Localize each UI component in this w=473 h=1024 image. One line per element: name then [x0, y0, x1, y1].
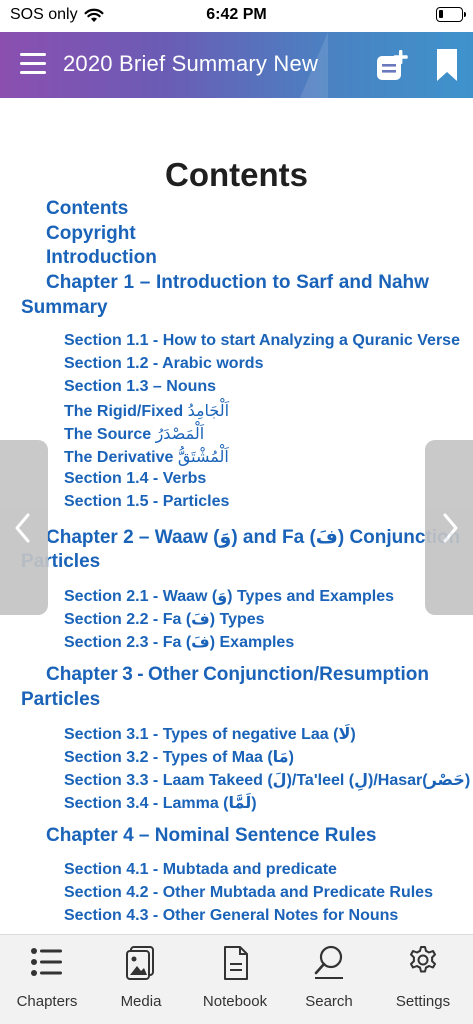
toc-link-section-2-2[interactable]: Section 2.2 - Fa (فَ) Types [64, 609, 265, 629]
toc-link-chapter-1-cont[interactable]: Summary [21, 297, 108, 319]
toc-text: The Source [64, 426, 156, 443]
toc-link-section-1-4[interactable]: Section 1.4 - Verbs [64, 470, 206, 488]
tab-search[interactable]: Search [282, 935, 376, 1024]
toc-text: The Derivative [64, 449, 178, 466]
toc-link-section-2-3[interactable]: Section 2.3 - Fa (فَ) Examples [64, 632, 294, 652]
clock: 6:42 PM [206, 6, 267, 23]
toc-word: Nahw [378, 272, 429, 293]
media-icon [126, 946, 154, 980]
toc-link-section-4-2[interactable]: Section 4.2 - Other Mubtada and Predicat… [64, 884, 433, 902]
bookmark-icon[interactable] [435, 49, 459, 81]
toc-link-chapter-1[interactable]: Chapter 1 – Introduction to Sarf and Nah… [46, 272, 429, 294]
reader-content[interactable]: Contents Contents Copyright Introduction… [0, 98, 473, 934]
toc-link-section-2-1[interactable]: Section 2.1 - Waaw (وَ) Types and Exampl… [64, 586, 394, 606]
toc-link-section-1-2[interactable]: Section 1.2 - Arabic words [64, 355, 263, 373]
tab-label: Notebook [202, 993, 268, 1010]
tab-label: Chapters [16, 993, 78, 1010]
toc-link-source[interactable]: The Source اَلْمَصْدَرُ [64, 424, 204, 444]
list-icon [31, 948, 62, 976]
toc-link-chapter-3-cont[interactable]: Particles [21, 689, 100, 711]
bottom-tab-bar: Chapters Media Notebook Search Settings [0, 934, 473, 1024]
add-note-icon[interactable] [376, 49, 410, 81]
toc-link-derivative[interactable]: The Derivative اَلْمُشْتَقُّ [64, 447, 229, 467]
toc-link-section-1-3[interactable]: Section 1.3 – Nouns [64, 378, 216, 396]
battery-level [439, 10, 443, 18]
notebook-icon [224, 946, 248, 980]
toc-link-section-4-1[interactable]: Section 4.1 - Mubtada and predicate [64, 861, 337, 879]
tab-settings[interactable]: Settings [376, 935, 470, 1024]
toc-word: Conjunction/Resumption [203, 664, 429, 685]
status-bar: SOS only 6:42 PM [0, 0, 473, 32]
toc-link-introduction[interactable]: Introduction [46, 247, 157, 269]
toc-word: and [338, 272, 373, 293]
arabic-term: اَلْجَامِدُ [187, 401, 230, 420]
tab-label: Media [120, 993, 162, 1010]
tab-label: Settings [395, 993, 451, 1010]
toc-link-section-3-1[interactable]: Section 3.1 - Types of negative Laa (لَا… [64, 724, 356, 744]
page-title: Contents [165, 156, 308, 193]
search-icon [314, 945, 343, 979]
app-header: 2020 Brief Summary New [0, 32, 473, 98]
toc-word: Introduction [156, 272, 267, 293]
tab-chapters[interactable]: Chapters [0, 935, 94, 1024]
menu-icon[interactable] [20, 53, 46, 75]
toc-word: Sarf [296, 272, 334, 293]
toc-link-section-3-3[interactable]: Section 3.3 - Laam Takeed (لَ)/Ta'leel (… [64, 770, 470, 790]
toc-word: to [272, 272, 291, 293]
chevron-right-icon [443, 513, 458, 543]
toc-link-chapter-4[interactable]: Chapter 4 – Nominal Sentence Rules [46, 825, 377, 847]
toc-word: Chapter [46, 272, 118, 293]
toc-word: Chapter [46, 664, 118, 685]
chevron-left-icon [15, 513, 30, 543]
toc-link-copyright[interactable]: Copyright [46, 223, 136, 245]
toc-link-section-3-4[interactable]: Section 3.4 - Lamma (لَمَّا) [64, 793, 257, 813]
toc-link-section-1-1[interactable]: Section 1.1 - How to start Analyzing a Q… [64, 332, 460, 350]
tab-label: Search [305, 993, 353, 1010]
toc-word: 1 [123, 272, 135, 293]
tab-notebook[interactable]: Notebook [188, 935, 282, 1024]
toc-text: The Rigid/Fixed [64, 403, 188, 420]
book-title: 2020 Brief Summary New [63, 51, 319, 76]
toc-link-section-4-3[interactable]: Section 4.3 - Other General Notes for No… [64, 907, 398, 925]
settings-icon [410, 946, 436, 973]
arabic-term: اَلْمَصْدَرُ [155, 424, 205, 443]
toc-link-chapter-3[interactable]: Chapter 3 - Other Conjunction/Resumption [46, 664, 429, 686]
toc-link-contents[interactable]: Contents [46, 198, 128, 220]
toc-link-rigid-fixed[interactable]: The Rigid/Fixed اَلْجَامِدُ [64, 401, 229, 421]
battery-icon [436, 7, 466, 22]
toc-link-chapter-2[interactable]: Chapter 2 – Waaw (وَ) and Fa (فَ) Conjun… [46, 526, 460, 549]
toc-link-section-1-5[interactable]: Section 1.5 - Particles [64, 493, 229, 511]
arabic-term: اَلْمُشْتَقُّ [177, 447, 229, 466]
toc-word: 3 [122, 664, 133, 685]
previous-page-button[interactable] [0, 440, 48, 615]
next-page-button[interactable] [425, 440, 473, 615]
toc-word: - [137, 664, 144, 685]
tab-media[interactable]: Media [94, 935, 188, 1024]
toc-word: Other [147, 664, 199, 685]
toc-link-section-3-2[interactable]: Section 3.2 - Types of Maa (مَا) [64, 747, 294, 767]
toc-word: – [139, 272, 151, 293]
